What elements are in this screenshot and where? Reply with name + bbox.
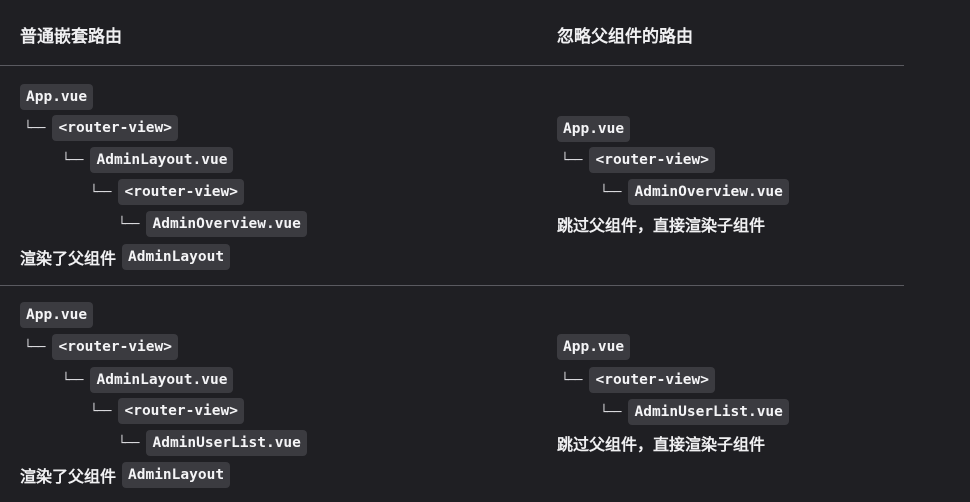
code-router-view: <router-view>	[589, 147, 715, 173]
tree-branch-glyph: └──	[561, 152, 583, 168]
tree-branch-glyph: └──	[62, 152, 84, 168]
note-text: 渲染了父组件	[20, 249, 117, 268]
code-admin-layout: AdminLayout	[122, 462, 231, 488]
tree-branch-glyph: └──	[62, 372, 84, 388]
tree-branch-glyph: └──	[600, 184, 622, 200]
code-admin-overview-vue: AdminOverview.vue	[628, 179, 789, 205]
code-admin-user-list-vue: AdminUserList.vue	[146, 430, 307, 456]
row1-left-tree-level-2: └── AdminLayout.vue	[62, 147, 234, 173]
tree-branch-glyph: └──	[90, 403, 112, 419]
note-text: 跳过父组件，直接渲染子组件	[557, 435, 766, 454]
row1-left-tree-level-4: └── AdminOverview.vue	[118, 211, 307, 237]
row2-left-note: 渲染了父组件 AdminLayout	[20, 462, 231, 488]
row1-right-tree-level-2: └── AdminOverview.vue	[600, 179, 789, 205]
code-admin-layout: AdminLayout	[122, 244, 231, 270]
row2-right-tree-level-2: └── AdminUserList.vue	[600, 399, 789, 425]
code-admin-overview-vue: AdminOverview.vue	[146, 211, 307, 237]
tree-branch-glyph: └──	[24, 120, 46, 136]
row2-left-tree-level-0: App.vue	[20, 302, 94, 328]
code-router-view: <router-view>	[589, 367, 715, 393]
row2-left-tree-level-1: └── <router-view>	[24, 334, 178, 360]
row2-left-tree-level-2: └── AdminLayout.vue	[62, 367, 234, 393]
note-text: 渲染了父组件	[20, 467, 117, 486]
code-app-vue: App.vue	[557, 334, 631, 360]
tree-branch-glyph: └──	[24, 339, 46, 355]
code-router-view: <router-view>	[52, 334, 178, 360]
header-normal-nested-routes: 普通嵌套路由	[20, 27, 122, 47]
tree-branch-glyph: └──	[561, 372, 583, 388]
row1-left-tree-level-0: App.vue	[20, 84, 94, 110]
tree-branch-glyph: └──	[600, 404, 622, 420]
row2-right-note: 跳过父组件，直接渲染子组件	[557, 430, 771, 456]
row1-right-tree-level-1: └── <router-view>	[561, 147, 715, 173]
code-app-vue: App.vue	[557, 116, 631, 142]
code-admin-user-list-vue: AdminUserList.vue	[628, 399, 789, 425]
row1-right-note: 跳过父组件，直接渲染子组件	[557, 211, 771, 237]
note-text: 跳过父组件，直接渲染子组件	[557, 216, 766, 235]
code-router-view: <router-view>	[118, 179, 244, 205]
code-admin-layout-vue: AdminLayout.vue	[90, 367, 234, 393]
row1-left-tree-level-3: └── <router-view>	[90, 179, 244, 205]
divider-row	[0, 285, 904, 286]
tree-branch-glyph: └──	[118, 216, 140, 232]
header-ignore-parent-routes: 忽略父组件的路由	[557, 27, 693, 47]
divider-header	[0, 65, 904, 66]
code-router-view: <router-view>	[52, 115, 178, 141]
code-app-vue: App.vue	[20, 302, 94, 328]
code-router-view: <router-view>	[118, 398, 244, 424]
tree-branch-glyph: └──	[90, 184, 112, 200]
row2-left-tree-level-4: └── AdminUserList.vue	[118, 430, 307, 456]
row1-right-tree-level-0: App.vue	[557, 116, 631, 142]
row2-right-tree-level-0: App.vue	[557, 334, 631, 360]
row2-left-tree-level-3: └── <router-view>	[90, 398, 244, 424]
code-admin-layout-vue: AdminLayout.vue	[90, 147, 234, 173]
code-app-vue: App.vue	[20, 84, 94, 110]
row2-right-tree-level-1: └── <router-view>	[561, 367, 715, 393]
tree-branch-glyph: └──	[118, 435, 140, 451]
row1-left-tree-level-1: └── <router-view>	[24, 115, 178, 141]
row1-left-note: 渲染了父组件 AdminLayout	[20, 244, 231, 270]
